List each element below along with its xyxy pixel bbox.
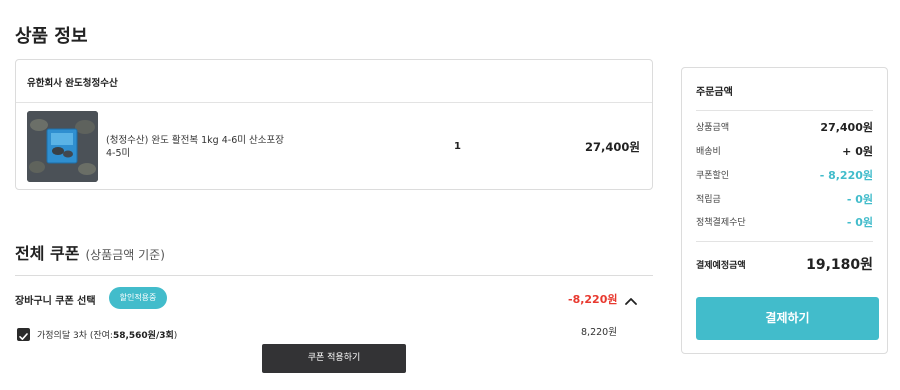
divider	[16, 102, 652, 103]
summary-value: 27,400원	[820, 121, 873, 134]
summary-row-product-amount: 상품금액 27,400원	[696, 120, 873, 134]
coupon-item-label[interactable]: 가정의달 3차 (잔여:58,560원/3회)	[37, 328, 177, 341]
cart-coupon-label: 장바구니 쿠폰 선택	[15, 296, 96, 307]
summary-label: 쿠폰할인	[696, 171, 730, 181]
product-name[interactable]: (청정수산) 완도 활전복 1kg 4-6미 산소포장 4-5미	[106, 134, 296, 160]
product-thumbnail[interactable]	[27, 111, 98, 182]
summary-row-coupon-discount: 쿠폰할인 - 8,220원	[696, 168, 873, 182]
summary-label: 배송비	[696, 147, 721, 157]
coupon-subtitle: (상품금액 기준)	[85, 248, 165, 262]
product-price: 27,400원	[585, 140, 640, 154]
page-title: 상품 정보	[15, 26, 88, 47]
summary-title: 주문금액	[696, 87, 733, 98]
summary-label: 적립금	[696, 195, 721, 205]
divider	[696, 241, 873, 242]
apply-coupon-button[interactable]: 쿠폰 적용하기	[262, 344, 406, 373]
coupon-checkbox[interactable]	[17, 328, 30, 341]
summary-row-points: 적립금 - 0원	[696, 192, 873, 206]
coupon-item-suffix: )	[173, 331, 178, 341]
summary-value: + 0원	[842, 145, 873, 158]
summary-value: - 8,220원	[819, 169, 873, 182]
seller-name: 유한회사 완도청정수산	[27, 78, 118, 89]
coupon-divider	[15, 275, 653, 276]
summary-label: 정책결제수단	[696, 218, 746, 228]
summary-row-policy-payment: 정책결제수단 - 0원	[696, 215, 873, 229]
summary-value: - 0원	[846, 193, 873, 206]
coupon-item-remaining: 58,560원/3회	[112, 331, 174, 341]
summary-label: 상품금액	[696, 123, 730, 133]
product-card: 유한회사 완도청정수산 (청정수산) 완도 활전복 1kg 4-6미 산소포장 …	[15, 59, 653, 190]
total-label: 결제예정금액	[696, 261, 746, 271]
coupon-discount-amount: -8,220원	[568, 293, 618, 306]
product-image	[27, 111, 98, 182]
chevron-up-icon[interactable]	[624, 292, 638, 305]
coupon-item-amount: 8,220원	[581, 327, 617, 338]
summary-row-shipping: 배송비 + 0원	[696, 144, 873, 158]
divider	[696, 110, 873, 111]
total-value: 19,180원	[806, 257, 873, 273]
pay-button[interactable]: 결제하기	[696, 297, 879, 340]
discount-applied-badge: 할인적용중	[109, 287, 167, 309]
coupon-item-prefix: 가정의달 3차 (잔여:	[37, 331, 113, 341]
coupon-title-text: 전체 쿠폰	[15, 244, 80, 263]
check-icon	[19, 333, 28, 340]
coupon-section-title: 전체 쿠폰 (상품금액 기준)	[15, 240, 165, 264]
summary-value: - 0원	[846, 216, 873, 229]
product-quantity: 1	[454, 141, 461, 152]
order-summary-panel: 주문금액 상품금액 27,400원 배송비 + 0원 쿠폰할인 - 8,220원…	[681, 67, 888, 354]
